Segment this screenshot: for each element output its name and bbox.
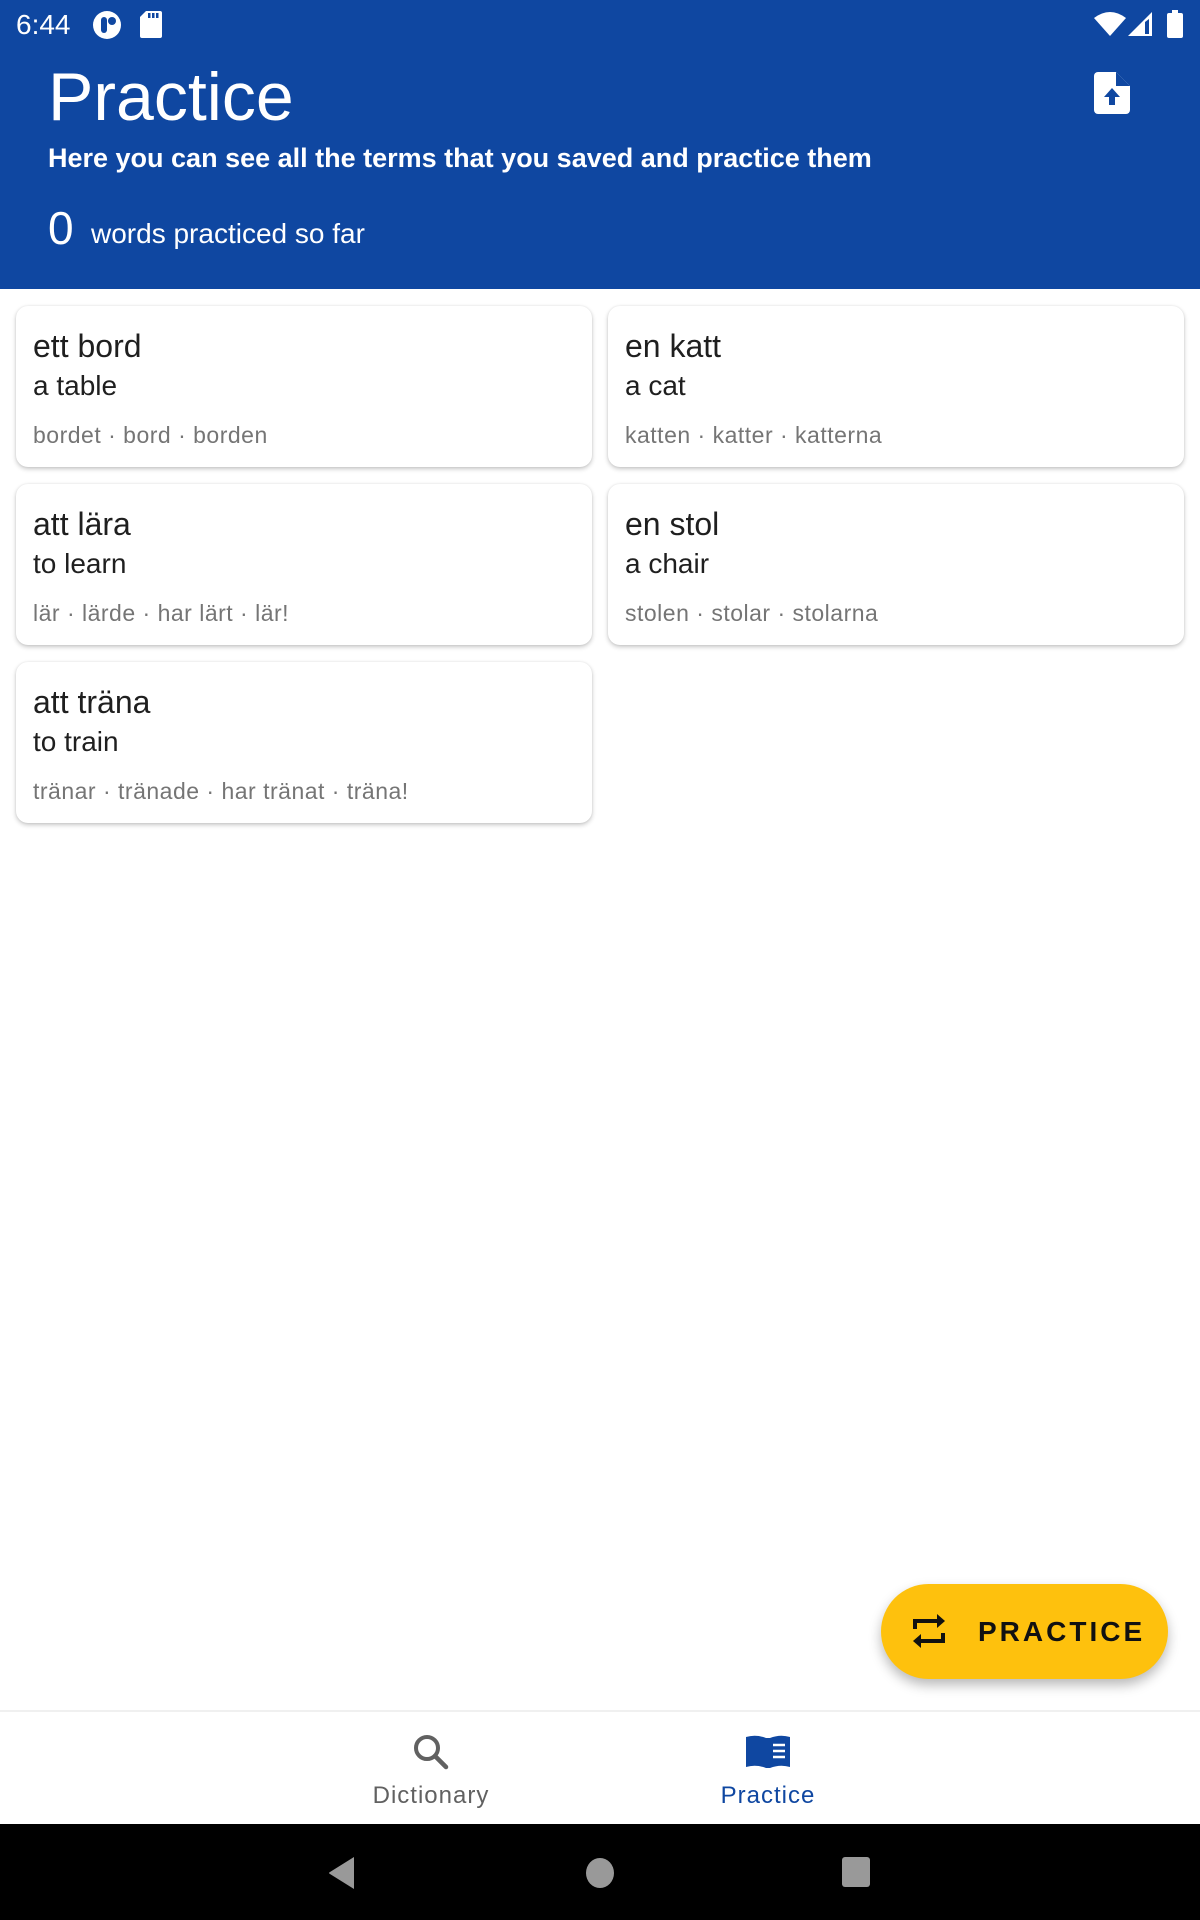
term-text: att lära xyxy=(33,506,131,542)
term-card[interactable]: en katt a cat katten · katter · katterna xyxy=(608,306,1184,467)
page-title: Practice xyxy=(48,59,294,135)
cell-signal-icon xyxy=(1128,12,1154,41)
term-translation: a table xyxy=(33,370,118,401)
wifi-icon xyxy=(1094,12,1126,41)
term-forms: lär · lärde · har lärt · lär! xyxy=(33,600,290,626)
nav-label-dictionary: Dictionary xyxy=(372,1782,490,1809)
repeat-icon xyxy=(913,1614,945,1648)
term-translation: a chair xyxy=(625,548,710,579)
term-card[interactable]: ett bord a table bordet · bord · borden xyxy=(16,306,592,467)
export-button[interactable] xyxy=(1090,68,1134,118)
term-translation: to learn xyxy=(33,548,127,579)
nav-label-practice: Practice xyxy=(720,1782,816,1809)
practice-fab[interactable]: PRACTICE xyxy=(881,1584,1168,1679)
term-forms: katten · katter · katterna xyxy=(625,422,883,448)
practiced-count-label: words practiced so far xyxy=(91,218,365,249)
bottom-navigation: Dictionary Practice xyxy=(0,1710,1200,1826)
back-icon[interactable] xyxy=(328,1857,356,1889)
battery-icon xyxy=(1167,10,1183,43)
term-forms: tränar · tränade · har tränat · träna! xyxy=(33,778,409,804)
term-forms: bordet · bord · borden xyxy=(33,422,268,448)
status-bar: 6:44 xyxy=(0,0,1200,48)
file-upload-icon xyxy=(1094,72,1130,114)
page-subtitle: Here you can see all the terms that you … xyxy=(48,143,872,173)
term-translation: to train xyxy=(33,726,119,757)
home-icon[interactable] xyxy=(585,1857,615,1889)
term-text: en stol xyxy=(625,506,720,542)
term-translation: a cat xyxy=(625,370,686,401)
app-header: 6:44 Practice Here you can see all the t… xyxy=(0,0,1200,289)
status-time: 6:44 xyxy=(16,9,71,40)
book-open-icon xyxy=(746,1735,790,1768)
practiced-count: 0 xyxy=(48,202,74,254)
practice-fab-label: PRACTICE xyxy=(978,1616,1146,1647)
recents-icon[interactable] xyxy=(842,1857,870,1887)
sd-card-icon xyxy=(140,10,162,43)
nav-item-dictionary[interactable]: Dictionary xyxy=(261,1712,601,1826)
term-forms: stolen · stolar · stolarna xyxy=(625,600,879,626)
term-card[interactable]: en stol a chair stolen · stolar · stolar… xyxy=(608,484,1184,645)
term-card[interactable]: att träna to train tränar · tränade · ha… xyxy=(16,662,592,823)
term-text: ett bord xyxy=(33,328,142,364)
term-text: att träna xyxy=(33,684,151,720)
nav-item-practice[interactable]: Practice xyxy=(598,1712,938,1826)
search-icon xyxy=(414,1735,449,1770)
term-card[interactable]: att lära to learn lär · lärde · har lärt… xyxy=(16,484,592,645)
term-text: en katt xyxy=(625,328,722,364)
app-notification-icon xyxy=(92,10,122,45)
system-navigation-bar xyxy=(0,1824,1200,1920)
